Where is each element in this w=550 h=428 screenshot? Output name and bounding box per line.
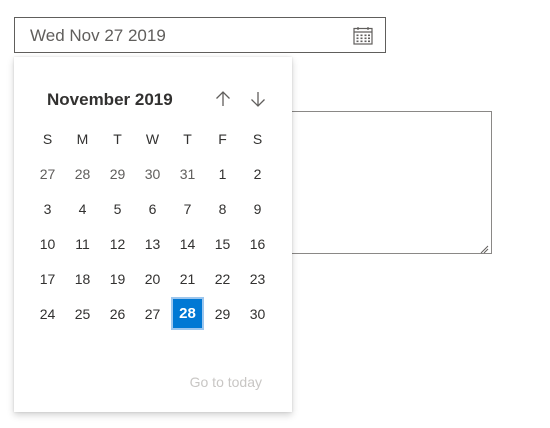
day-cell[interactable]: 30 xyxy=(240,296,275,331)
calendar-callout: November 2019 S M T W T F S 27 28 29 30 31 1 2… xyxy=(14,57,292,412)
day-cell[interactable]: 27 xyxy=(135,296,170,331)
day-cell[interactable]: 20 xyxy=(135,261,170,296)
day-cell[interactable]: 6 xyxy=(135,191,170,226)
day-cell[interactable]: 16 xyxy=(240,226,275,261)
day-cell[interactable]: 5 xyxy=(100,191,135,226)
arrow-up-icon xyxy=(216,91,230,106)
weekday-header-row: S M T W T F S xyxy=(30,121,275,156)
day-cell-selected[interactable]: 28 xyxy=(171,297,204,330)
day-cell[interactable]: 22 xyxy=(205,261,240,296)
day-cell[interactable]: 27 xyxy=(30,156,65,191)
previous-month-button[interactable] xyxy=(212,88,234,110)
day-cell[interactable]: 21 xyxy=(170,261,205,296)
weekday-label: M xyxy=(76,130,89,147)
day-cell[interactable]: 2 xyxy=(240,156,275,191)
weeks-container: 27 28 29 30 31 1 2 3 4 5 6 7 8 9 10 11 12 13 14 15 16 17 18 19 2… xyxy=(30,156,275,331)
date-value: Wed Nov 27 2019 xyxy=(30,26,166,45)
day-cell[interactable]: 29 xyxy=(205,296,240,331)
day-cell[interactable]: 9 xyxy=(240,191,275,226)
day-cell[interactable]: 30 xyxy=(135,156,170,191)
date-picker-input[interactable]: Wed Nov 27 2019 xyxy=(14,17,386,53)
month-year-title[interactable]: November 2019 xyxy=(47,90,173,110)
day-cell[interactable]: 26 xyxy=(100,296,135,331)
week-row: 27 28 29 30 31 1 2 xyxy=(30,156,275,191)
day-cell[interactable]: 13 xyxy=(135,226,170,261)
day-cell[interactable]: 1 xyxy=(205,156,240,191)
day-cell[interactable]: 4 xyxy=(65,191,100,226)
day-cell[interactable]: 3 xyxy=(30,191,65,226)
day-cell[interactable]: 7 xyxy=(170,191,205,226)
day-cell[interactable]: 8 xyxy=(205,191,240,226)
week-row: 17 18 19 20 21 22 23 xyxy=(30,261,275,296)
day-cell[interactable]: 10 xyxy=(30,226,65,261)
day-cell[interactable]: 12 xyxy=(100,226,135,261)
day-cell[interactable]: 18 xyxy=(65,261,100,296)
resize-grip-icon[interactable] xyxy=(479,241,489,254)
day-cell[interactable]: 29 xyxy=(100,156,135,191)
day-cell[interactable]: 17 xyxy=(30,261,65,296)
weekday-label: T xyxy=(183,130,192,147)
day-cell[interactable]: 14 xyxy=(170,226,205,261)
calendar-icon[interactable] xyxy=(353,27,373,45)
weekday-label: W xyxy=(145,130,160,147)
day-cell[interactable]: 25 xyxy=(65,296,100,331)
arrow-down-icon xyxy=(251,92,265,107)
go-to-today-button[interactable]: Go to today xyxy=(190,374,262,390)
next-month-button[interactable] xyxy=(247,88,269,110)
day-cell[interactable]: 31 xyxy=(170,156,205,191)
week-row: 24 25 26 27 28 29 30 xyxy=(30,296,275,331)
weekday-label: F xyxy=(218,130,227,147)
week-row: 10 11 12 13 14 15 16 xyxy=(30,226,275,261)
day-cell[interactable]: 15 xyxy=(205,226,240,261)
day-cell[interactable]: 19 xyxy=(100,261,135,296)
day-cell[interactable]: 28 xyxy=(65,156,100,191)
multiline-text-field[interactable] xyxy=(282,111,492,254)
day-cell[interactable]: 23 xyxy=(240,261,275,296)
day-cell[interactable]: 11 xyxy=(65,226,100,261)
day-cell[interactable]: 24 xyxy=(30,296,65,331)
calendar-day-grid: S M T W T F S 27 28 29 30 31 1 2 3 4 5 6 7 8 9 10 11 12 1… xyxy=(30,121,275,331)
weekday-label: S xyxy=(252,130,263,147)
week-row: 3456789 xyxy=(30,191,275,226)
weekday-label: S xyxy=(42,130,53,147)
weekday-label: T xyxy=(113,130,122,147)
